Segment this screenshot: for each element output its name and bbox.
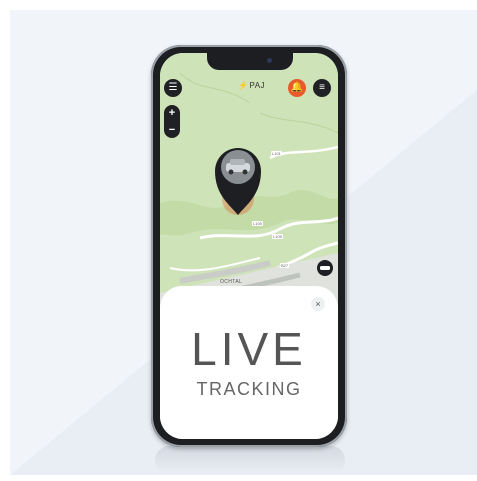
card-subtitle: TRACKING (196, 379, 302, 399)
close-icon: × (315, 299, 321, 309)
alarm-button[interactable]: 🔔 (288, 79, 306, 97)
phone-reflection (155, 446, 345, 474)
card-title: LIVE (191, 323, 307, 375)
smartphone-frame: ☰ ⚡PAJ 🔔 ≡ + − L101 L105 L105 B27 OCHTAL… (151, 45, 347, 447)
hamburger-menu-icon: ☰ (168, 82, 178, 93)
map-view[interactable] (160, 53, 338, 313)
camera-dot (267, 58, 272, 63)
map-canvas[interactable] (160, 53, 338, 313)
phone-screen: ☰ ⚡PAJ 🔔 ≡ + − L101 L105 L105 B27 OCHTAL… (160, 53, 338, 439)
zoom-control: + − (164, 105, 180, 138)
list-icon: ≡ (319, 82, 325, 93)
phone-notch (207, 53, 293, 70)
live-tracking-card: × LIVE TRACKING (160, 286, 338, 439)
logo-text: PAJ (249, 81, 266, 90)
close-button[interactable]: × (311, 297, 325, 311)
zoom-in-button[interactable]: + (169, 107, 175, 119)
zoom-out-button[interactable]: − (169, 124, 175, 136)
list-button[interactable]: ≡ (313, 79, 331, 97)
paj-logo: ⚡PAJ (238, 81, 265, 90)
bell-alarm-icon: 🔔 (290, 82, 304, 93)
paj-logo-mark-icon: ⚡ (238, 81, 249, 90)
menu-button[interactable]: ☰ (164, 79, 182, 97)
road-label: B27 (280, 263, 290, 268)
road-label: L105 (272, 234, 283, 239)
road-label: L101 (271, 151, 282, 156)
road-label: L105 (252, 221, 263, 226)
place-name-label: OCHTAL (220, 279, 243, 285)
